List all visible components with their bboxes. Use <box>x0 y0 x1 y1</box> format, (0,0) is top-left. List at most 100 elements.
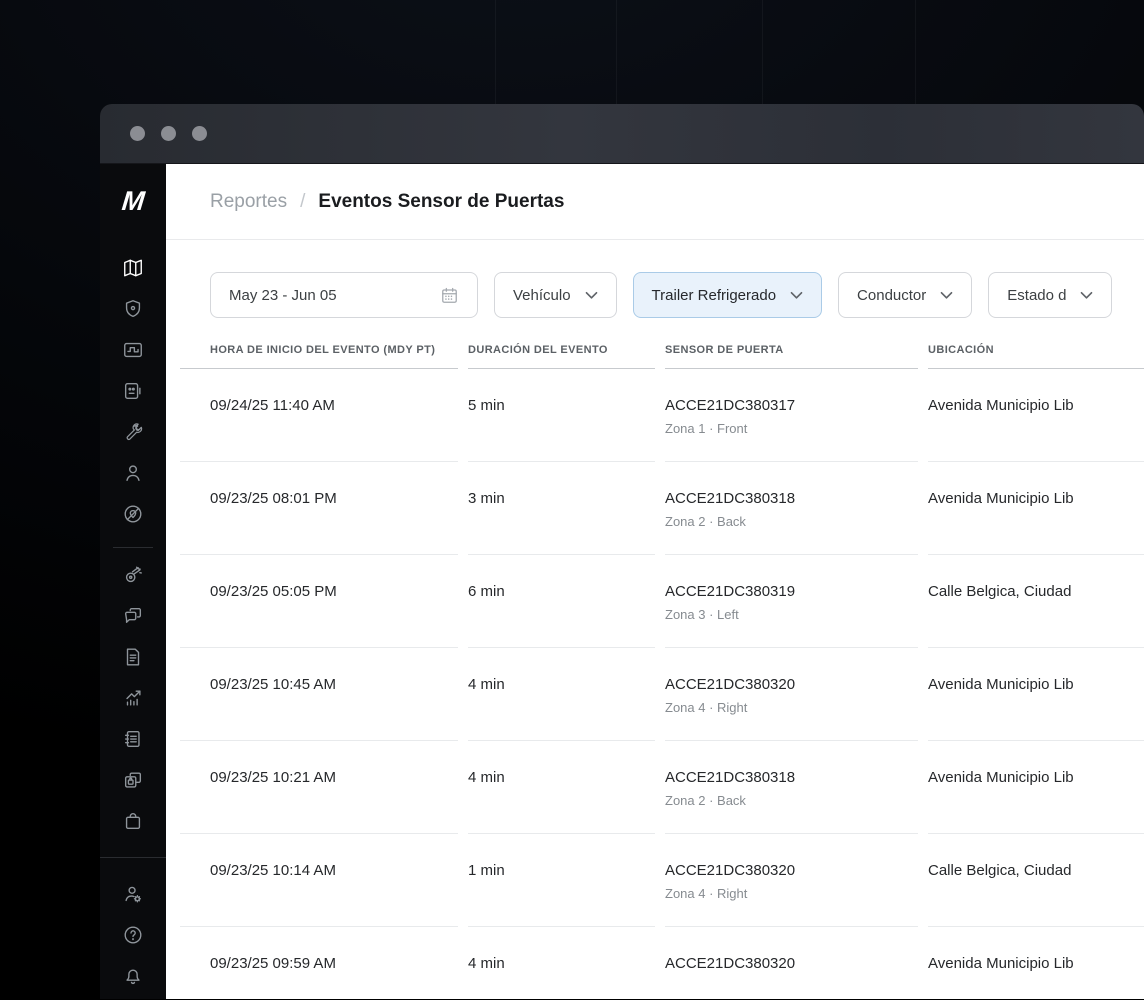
hos-graph-icon <box>122 339 144 366</box>
event-start-time: 09/24/25 11:40 AM <box>210 397 335 414</box>
table-row[interactable]: 09/23/25 08:01 PM 3 min ACCE21DC380318 Z… <box>180 462 1144 555</box>
sidebar-item-marketplace[interactable] <box>100 803 166 844</box>
event-duration: 4 min <box>468 955 505 972</box>
col-header-door-sensor[interactable]: SENSOR DE PUERTA <box>665 330 928 369</box>
event-duration: 4 min <box>468 769 505 786</box>
events-table: HORA DE INICIO DEL EVENTO (MDY PT) DURAC… <box>180 318 1144 999</box>
person-gear-icon <box>122 883 144 910</box>
window-dot[interactable] <box>161 126 176 141</box>
sidebar-item-maintenance[interactable] <box>100 414 166 455</box>
bell-icon <box>122 965 144 992</box>
event-location[interactable]: Avenida Municipio Lib <box>928 397 1128 414</box>
filter-dropdown[interactable]: Conductor <box>838 272 973 318</box>
main-content: Reportes / Eventos Sensor de Puertas May… <box>166 164 1144 999</box>
filter-bar: May 23 - Jun 05 Vehículo Trailer Refrige… <box>210 272 1144 318</box>
door-sensor-zone: Zona 1 · Front <box>665 421 748 436</box>
sidebar-item-eld[interactable] <box>100 373 166 414</box>
filter-dropdown[interactable]: Estado d <box>988 272 1113 318</box>
event-location[interactable]: Calle Belgica, Ciudad <box>928 583 1128 600</box>
sidebar-item-drivers[interactable] <box>100 455 166 496</box>
sidebar-item-messages[interactable] <box>100 598 166 639</box>
chat-icon <box>122 605 144 632</box>
col-header-location[interactable]: UBICACIÓN <box>928 330 1144 369</box>
shopping-bag-icon <box>122 810 144 837</box>
table-row[interactable]: 09/24/25 11:40 AM 5 min ACCE21DC380317 Z… <box>180 369 1144 462</box>
event-duration: 1 min <box>468 862 505 879</box>
help-icon <box>122 924 144 951</box>
sidebar-item-admin[interactable] <box>100 876 166 917</box>
filter-dropdown-label: Estado d <box>1007 286 1067 304</box>
sidebar-item-hos-logs[interactable] <box>100 332 166 373</box>
sidebar-item-dispatch[interactable] <box>100 496 166 537</box>
event-start-time: 09/23/25 10:45 AM <box>210 676 336 693</box>
sidebar-item-safety[interactable] <box>100 291 166 332</box>
sidebar-item-map[interactable] <box>100 250 166 291</box>
motive-logo[interactable]: M <box>121 186 146 217</box>
map-icon <box>122 257 144 284</box>
col-header-event-duration[interactable]: DURACIÓN DEL EVENTO <box>468 330 665 369</box>
breadcrumb-reportes[interactable]: Reportes <box>210 191 287 213</box>
shield-icon <box>122 298 144 325</box>
filter-dropdown[interactable]: Trailer Refrigerado <box>632 272 823 318</box>
cards-icon <box>122 769 144 796</box>
table-row[interactable]: 09/23/25 10:21 AM 4 min ACCE21DC380318 Z… <box>180 741 1144 834</box>
event-start-time: 09/23/25 10:14 AM <box>210 862 336 879</box>
door-sensor-id[interactable]: ACCE21DC380318 <box>665 769 912 786</box>
event-duration: 4 min <box>468 676 505 693</box>
event-location[interactable]: Avenida Municipio Lib <box>928 490 1128 507</box>
event-start-time: 09/23/25 08:01 PM <box>210 490 337 507</box>
filter-dropdown[interactable]: Vehículo <box>494 272 617 318</box>
filter-dropdown-label: Vehículo <box>513 286 571 304</box>
eld-device-icon <box>122 380 144 407</box>
door-sensor-zone: Zona 2 · Back <box>665 793 746 808</box>
event-duration: 6 min <box>468 583 505 600</box>
table-header-row: HORA DE INICIO DEL EVENTO (MDY PT) DURAC… <box>180 330 1144 369</box>
event-start-time: 09/23/25 09:59 AM <box>210 955 336 972</box>
event-location[interactable]: Avenida Municipio Lib <box>928 676 1128 693</box>
filter-dropdown-label: Conductor <box>857 286 927 304</box>
logbook-icon <box>122 728 144 755</box>
sidebar-item-coaching[interactable] <box>100 557 166 598</box>
event-location[interactable]: Calle Belgica, Ciudad <box>928 862 1128 879</box>
event-duration: 3 min <box>468 490 505 507</box>
door-sensor-id[interactable]: ACCE21DC380320 <box>665 955 912 972</box>
sidebar-nav <box>100 250 166 844</box>
door-sensor-id[interactable]: ACCE21DC380318 <box>665 490 912 507</box>
door-sensor-id[interactable]: ACCE21DC380319 <box>665 583 912 600</box>
event-start-time: 09/23/25 05:05 PM <box>210 583 337 600</box>
page-title: Eventos Sensor de Puertas <box>318 190 565 212</box>
dispatch-compass-icon <box>122 503 144 530</box>
filter-dropdown-label: Trailer Refrigerado <box>651 286 777 304</box>
door-sensor-id[interactable]: ACCE21DC380320 <box>665 862 912 879</box>
event-location[interactable]: Avenida Municipio Lib <box>928 955 1128 972</box>
chevron-down-icon <box>940 291 953 300</box>
table-row[interactable]: 09/23/25 09:59 AM 4 min ACCE21DC380320 A… <box>180 927 1144 999</box>
table-row[interactable]: 09/23/25 10:45 AM 4 min ACCE21DC380320 Z… <box>180 648 1144 741</box>
chevron-down-icon <box>585 291 598 300</box>
door-sensor-id[interactable]: ACCE21DC380320 <box>665 676 912 693</box>
sidebar-item-documents[interactable] <box>100 639 166 680</box>
sidebar-item-reports[interactable] <box>100 680 166 721</box>
table-row[interactable]: 09/23/25 10:14 AM 1 min ACCE21DC380320 Z… <box>180 834 1144 927</box>
date-range-picker[interactable]: May 23 - Jun 05 <box>210 272 478 318</box>
sidebar-item-help[interactable] <box>100 917 166 958</box>
window-controls[interactable] <box>130 126 207 141</box>
door-sensor-id[interactable]: ACCE21DC380317 <box>665 397 912 414</box>
col-header-event-start[interactable]: HORA DE INICIO DEL EVENTO (MDY PT) <box>180 330 468 369</box>
browser-window: M Reportes / Eventos Sensor de Puertas M… <box>100 104 1144 1000</box>
event-location[interactable]: Avenida Municipio Lib <box>928 769 1128 786</box>
table-row[interactable]: 09/23/25 05:05 PM 6 min ACCE21DC380319 Z… <box>180 555 1144 648</box>
window-dot[interactable] <box>192 126 207 141</box>
sidebar-bottom-group <box>100 857 166 999</box>
person-icon <box>122 462 144 489</box>
sidebar-item-logbook[interactable] <box>100 721 166 762</box>
window-titlebar <box>100 104 1144 164</box>
sidebar-item-notifications[interactable] <box>100 958 166 999</box>
wrench-icon <box>122 421 144 448</box>
sidebar-item-fuel-cards[interactable] <box>100 762 166 803</box>
window-dot[interactable] <box>130 126 145 141</box>
sidebar: M <box>100 164 166 999</box>
event-start-time: 09/23/25 10:21 AM <box>210 769 336 786</box>
document-icon <box>122 646 144 673</box>
chevron-down-icon <box>1080 291 1093 300</box>
